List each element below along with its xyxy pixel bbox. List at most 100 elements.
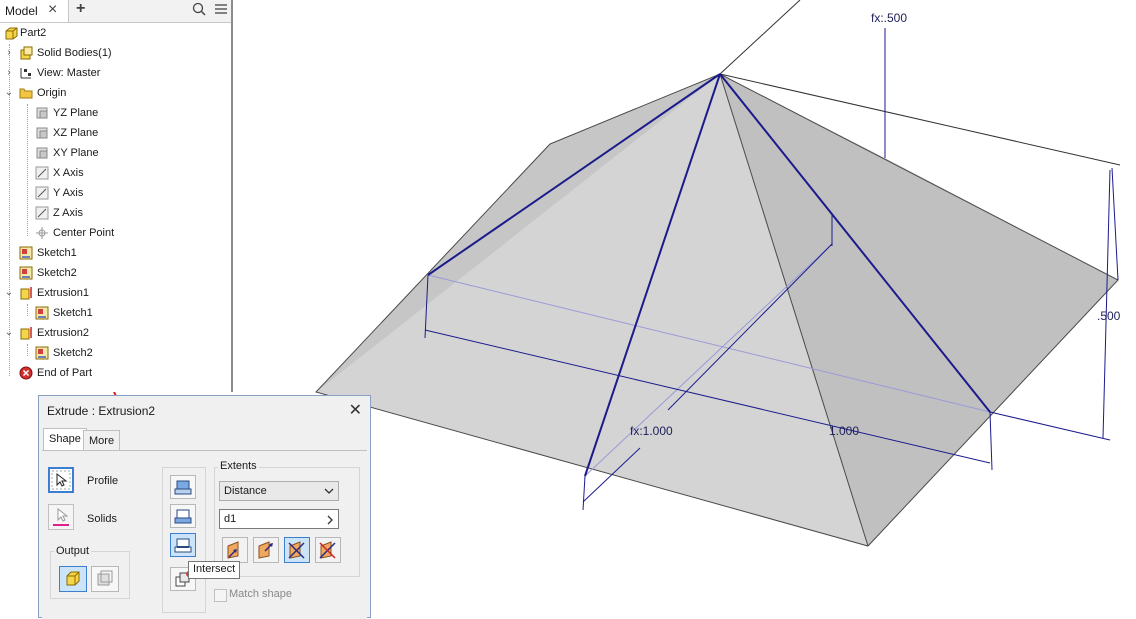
- direction-symmetric-icon: [288, 541, 305, 559]
- tree-item-origin[interactable]: ⌄ Origin: [0, 84, 230, 102]
- tree-item-extrusion2-sketch2[interactable]: Sketch2: [0, 344, 230, 362]
- output-label: Output: [54, 545, 92, 557]
- chevron-right-icon[interactable]: [326, 515, 334, 525]
- search-icon[interactable]: [192, 2, 206, 16]
- surface-body-icon: [97, 570, 113, 586]
- dim-ext-5: [1111, 167, 1119, 281]
- tree-item-extrusion1[interactable]: ⌄ Extrusion1: [0, 284, 230, 302]
- tree-item-label: XY Plane: [53, 147, 99, 159]
- sketch-icon: [19, 266, 33, 280]
- chevron-right-icon[interactable]: ›: [4, 44, 14, 62]
- view-icon: [20, 68, 31, 79]
- tree-item-y-axis[interactable]: Y Axis: [0, 184, 230, 202]
- add-tab-icon[interactable]: +: [76, 0, 85, 18]
- tree-item-label: End of Part: [37, 367, 93, 379]
- join-button[interactable]: [170, 475, 196, 499]
- tree-item-sketch2[interactable]: Sketch2: [0, 264, 230, 282]
- solids-select-button[interactable]: [48, 504, 74, 530]
- tree-item-extrusion2[interactable]: ⌄ Extrusion2: [0, 324, 230, 342]
- direction-asymmetric-icon: [319, 541, 336, 559]
- extrusion-icon: [20, 327, 32, 340]
- tree-item-label: Sketch1: [53, 307, 93, 319]
- solids-cursor-icon: [53, 507, 69, 526]
- tree-item-label: XZ Plane: [53, 127, 99, 139]
- model-browser: Model × + Part2 › Solid Bodies(1) › View…: [0, 0, 233, 392]
- axis-line: [719, 0, 801, 75]
- tree-item-center-point[interactable]: Center Point: [0, 224, 230, 242]
- tree-item-sketch1[interactable]: Sketch1: [0, 244, 230, 262]
- output-solid-button[interactable]: [59, 566, 87, 592]
- tree-item-view-master[interactable]: › View: Master: [0, 64, 230, 82]
- tree-item-x-axis[interactable]: X Axis: [0, 164, 230, 182]
- direction-flipped-icon: [258, 541, 273, 559]
- close-icon[interactable]: ✕: [349, 400, 362, 420]
- dimension-fx-500[interactable]: fx:.500: [871, 11, 907, 25]
- chevron-down-icon[interactable]: ⌄: [4, 284, 14, 302]
- end-of-part-icon: [19, 366, 33, 380]
- tree-item-label: Extrusion1: [37, 287, 89, 299]
- dimension-fx-1000[interactable]: fx:1.000: [630, 424, 673, 438]
- tree-item-label: YZ Plane: [53, 107, 99, 119]
- intersect-button[interactable]: [170, 533, 196, 557]
- direction-asymmetric-button[interactable]: [315, 537, 341, 563]
- folder-icon: [19, 88, 33, 99]
- dimension-500[interactable]: .500: [1097, 309, 1120, 323]
- sketch-icon: [19, 246, 33, 260]
- dim-ext-3: [582, 475, 586, 511]
- direction-symmetric-button[interactable]: [284, 537, 310, 563]
- plane-icon: [36, 127, 48, 139]
- close-icon[interactable]: ×: [48, 1, 57, 19]
- tree-item-solid-bodies[interactable]: › Solid Bodies(1): [0, 44, 230, 62]
- tab-shape-label: Shape: [49, 433, 81, 445]
- tree-item-label: View: Master: [37, 67, 101, 79]
- dimension-1000[interactable]: 1.000: [829, 424, 859, 438]
- direction-flipped-button[interactable]: [253, 537, 279, 563]
- extents-dropdown[interactable]: Distance: [219, 481, 339, 501]
- browser-tab-bar: Model × +: [0, 0, 231, 23]
- tab-shape[interactable]: Shape: [43, 428, 87, 451]
- tree-item-label: X Axis: [53, 167, 84, 179]
- tree-item-yz-plane[interactable]: YZ Plane: [0, 104, 230, 122]
- profile-select-button[interactable]: [48, 467, 74, 493]
- part-icon: [5, 27, 18, 40]
- match-shape-checkbox[interactable]: [214, 589, 227, 602]
- tree-item-xy-plane[interactable]: XY Plane: [0, 144, 230, 162]
- chevron-down-icon[interactable]: ⌄: [4, 324, 14, 342]
- sketch-icon: [35, 306, 49, 320]
- chevron-right-icon[interactable]: ›: [4, 64, 14, 82]
- tree-item-part2[interactable]: Part2: [0, 24, 230, 42]
- distance-value: d1: [224, 513, 237, 525]
- profile-label: Profile: [87, 475, 119, 487]
- direction-default-button[interactable]: [222, 537, 248, 563]
- join-icon: [174, 480, 192, 495]
- direction-default-icon: [227, 541, 239, 559]
- dialog-body: Profile Solids Output Extents Distance d…: [42, 450, 367, 619]
- solids-label: Solids: [87, 513, 117, 525]
- tree-item-extrusion1-sketch1[interactable]: Sketch1: [0, 304, 230, 322]
- output-surface-button[interactable]: [91, 566, 119, 592]
- distance-input[interactable]: d1: [219, 509, 339, 529]
- tree-item-label: Part2: [20, 27, 47, 39]
- tree-item-label: Sketch2: [37, 267, 77, 279]
- tab-model[interactable]: Model ×: [0, 0, 69, 22]
- tree-item-xz-plane[interactable]: XZ Plane: [0, 124, 230, 142]
- extents-value: Distance: [224, 485, 267, 497]
- tree-item-z-axis[interactable]: Z Axis: [0, 204, 230, 222]
- chevron-down-icon[interactable]: ⌄: [4, 84, 14, 102]
- center-point-icon: [36, 227, 48, 239]
- plane-icon: [36, 147, 48, 159]
- axis-icon: [35, 186, 49, 200]
- tab-more[interactable]: More: [83, 430, 121, 451]
- extrusion-icon: [20, 287, 32, 300]
- tree-item-label: Center Point: [53, 227, 115, 239]
- tree-item-label: Extrusion2: [37, 327, 89, 339]
- tree-item-label: Sketch2: [53, 347, 93, 359]
- tree-item-label: Y Axis: [53, 187, 84, 199]
- menu-icon[interactable]: [214, 2, 228, 16]
- dim-ext-2: [989, 411, 993, 471]
- intersect-tooltip: Intersect: [188, 561, 241, 579]
- tree-item-end-of-part[interactable]: End of Part: [0, 364, 230, 382]
- extrude-dialog: Extrude : Extrusion2 ✕ Shape More Profil…: [38, 395, 371, 619]
- match-shape-label: Match shape: [229, 588, 292, 600]
- cut-button[interactable]: [170, 504, 196, 528]
